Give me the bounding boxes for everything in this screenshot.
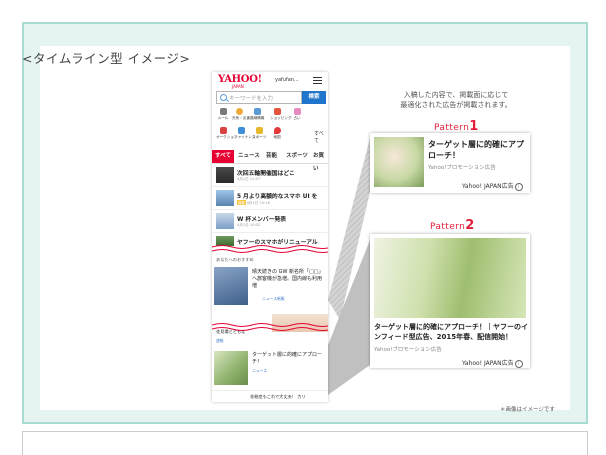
tab-all[interactable]: すべて <box>212 150 234 163</box>
weather-icon <box>235 108 243 115</box>
service-auction[interactable]: オークション <box>216 127 238 140</box>
cut-wave-bottom <box>212 323 328 331</box>
service-mail[interactable]: メール <box>216 108 230 121</box>
pattern2-sub: Yahoo!プロモーション広告 <box>374 347 442 353</box>
pattern1-title: ターゲット層に的確にアプローチ！ <box>428 140 524 160</box>
news-item[interactable]: 5 月より高額的なスマホ UI を 速報 4月1日 10:16 <box>212 187 328 210</box>
pattern2-label: Pattern2 <box>430 218 475 233</box>
gavel-icon <box>219 127 227 134</box>
pattern1-card[interactable]: ターゲット層に的確にアプローチ！ Yahoo!プロモーション広告 Yahoo! … <box>370 133 530 193</box>
service-map[interactable]: 地図 <box>270 127 284 140</box>
recommend-card[interactable]: 晴天続きの GW 新名所「□□」へ旅客機が急増。国内線も利用増 ニュース新報 <box>212 265 328 309</box>
recommend-text: 晴天続きの GW 新名所「□□」へ旅客機が急増。国内線も利用増 <box>252 269 324 289</box>
info-icon[interactable]: i <box>514 182 523 191</box>
pattern2-title: ターゲット層に的確にアプローチ！｜ヤフーのインフィード型広告、2015年春、配信… <box>374 323 528 341</box>
search-bar: キーワードを入力 検索 <box>216 91 326 104</box>
map-pin-icon <box>273 127 281 134</box>
search-icon <box>220 94 227 101</box>
yahoo-logo-sub: JAPAN <box>232 84 244 89</box>
breaking-badge: 速報 <box>237 200 246 205</box>
recommend-thumbnail <box>214 267 248 305</box>
search-button[interactable]: 検索 <box>302 91 326 104</box>
fortune-icon <box>293 108 301 115</box>
service-finance[interactable]: ファイナンス <box>234 127 255 140</box>
next-section-box <box>22 431 588 455</box>
news-thumbnail <box>216 167 234 183</box>
pattern1-sub: Yahoo!プロモーション広告 <box>428 165 496 171</box>
ad-meta: ニュース <box>252 368 267 373</box>
ad-text: ターゲット層に的確にアプローチ！ <box>252 352 323 365</box>
service-sports[interactable]: スポーツ <box>252 127 266 140</box>
bottom-news-bar[interactable]: 花粉症もこれで大丈夫！ カリ <box>212 390 328 402</box>
cart-icon <box>273 108 281 115</box>
image-disclaimer: ＊画像はイメージです <box>500 407 555 413</box>
service-transit[interactable]: 路線情報 <box>250 108 264 121</box>
pattern2-brand: Yahoo! JAPAN広告 i <box>462 358 523 368</box>
ad-thumbnail <box>214 351 248 385</box>
info-icon[interactable]: i <box>514 359 523 368</box>
service-row-1: メール 天気・災害 路線情報 ショッピング 占い <box>214 108 326 124</box>
pattern2-card[interactable]: ターゲット層に的確にアプローチ！｜ヤフーのインフィード型広告、2015年春、配信… <box>370 234 530 368</box>
pattern2-image <box>374 238 526 318</box>
news-thumbnail <box>216 213 234 229</box>
user-name[interactable]: yafufan... <box>275 77 299 83</box>
cut-wave-top <box>212 245 328 253</box>
hamburger-menu-icon[interactable] <box>313 77 322 84</box>
service-all-link[interactable]: すべて <box>314 130 326 144</box>
phone-header: YAHOO! JAPAN yafufan... <box>212 72 328 90</box>
recommend-meta: ニュース新報 <box>262 296 285 301</box>
ad-card-feed[interactable]: ターゲット層に的確にアプローチ！ ニュース <box>212 348 328 390</box>
trophy-icon <box>255 127 263 134</box>
news-item[interactable]: 次回五輪開催国はどこ 4月1日 11:07 <box>212 164 328 187</box>
pattern1-label: Pattern1 <box>434 119 479 134</box>
finance-icon <box>237 127 245 134</box>
pattern1-brand: Yahoo! JAPAN広告 i <box>462 181 523 191</box>
pattern1-image <box>374 137 424 187</box>
phone-mockup: YAHOO! JAPAN yafufan... キーワードを入力 検索 メール … <box>212 72 328 402</box>
tab-entertainment[interactable]: 芸能 <box>266 150 277 163</box>
train-icon <box>253 108 261 115</box>
mail-icon <box>219 108 227 115</box>
service-weather[interactable]: 天気・災害 <box>232 108 250 121</box>
intro-text: 入稿した内容で、掲載面に応じて 最適化された広告が掲載されます。 <box>400 91 512 109</box>
recommend-label: あなたへのおすすめ <box>216 257 254 262</box>
category-tabs: すべて ニュース 芸能 スポーツ お買い <box>212 150 328 172</box>
service-row-2: オークション ファイナンス スポーツ 地図 すべて <box>214 127 326 144</box>
tab-news[interactable]: ニュース <box>238 150 260 163</box>
service-shopping[interactable]: ショッピング <box>270 108 292 121</box>
search-input[interactable]: キーワードを入力 <box>216 91 302 104</box>
search-placeholder: キーワードを入力 <box>229 96 274 102</box>
news-item[interactable]: W 杯メンバー発表 4月1日 10:02 <box>212 210 328 233</box>
news-thumbnail <box>216 190 234 206</box>
service-fortune[interactable]: 占い <box>290 108 304 121</box>
tab-shopping[interactable]: お買い <box>313 150 328 172</box>
tab-sports[interactable]: スポーツ <box>286 150 308 163</box>
